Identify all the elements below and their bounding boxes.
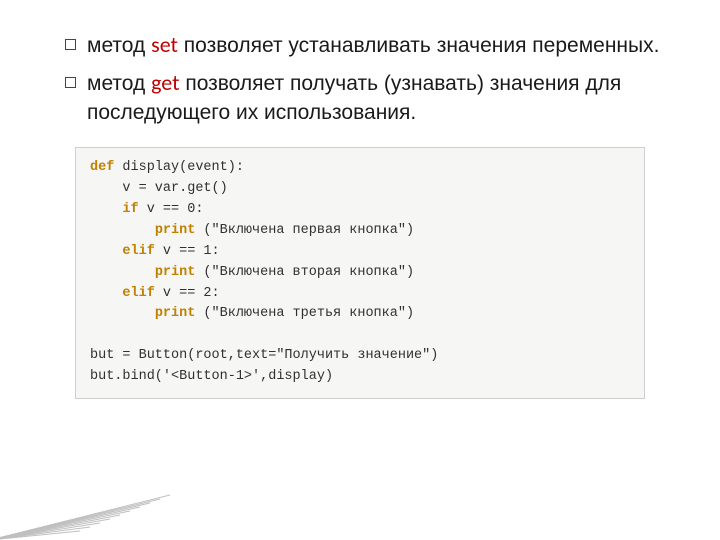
code-text: v == 2: bbox=[155, 286, 220, 301]
list-item: метод get позволяет получать (узнавать) … bbox=[65, 68, 675, 127]
code-kw: print bbox=[155, 306, 196, 321]
slide-content: метод set позволяет устанавливать значен… bbox=[0, 0, 720, 399]
code-text: v == 0: bbox=[139, 202, 204, 217]
code-text: v = var.get() bbox=[90, 181, 228, 196]
bullet-text-post: позволяет устанавливать значения перемен… bbox=[178, 34, 660, 57]
bullet-text-pre: метод bbox=[87, 72, 151, 95]
code-kw: elif bbox=[122, 244, 154, 259]
list-item: метод set позволяет устанавливать значен… bbox=[65, 30, 675, 60]
code-text: but.bind('<Button-1>',display) bbox=[90, 369, 333, 384]
corner-decoration bbox=[0, 485, 170, 540]
code-text: display(event): bbox=[114, 160, 244, 175]
bullet-text-pre: метод bbox=[87, 34, 151, 57]
code-text: ("Включена первая кнопка") bbox=[195, 223, 414, 238]
bullet-list: метод set позволяет устанавливать значен… bbox=[45, 30, 675, 127]
keyword-get: get bbox=[151, 69, 179, 96]
code-kw: print bbox=[155, 265, 196, 280]
code-text: ("Включена третья кнопка") bbox=[195, 306, 414, 321]
code-block: def display(event): v = var.get() if v =… bbox=[75, 147, 645, 399]
code-kw: print bbox=[155, 223, 196, 238]
keyword-set: set bbox=[151, 31, 178, 58]
code-text: v == 1: bbox=[155, 244, 220, 259]
code-text: but = Button(root,text="Получить значени… bbox=[90, 348, 438, 363]
code-kw: elif bbox=[122, 286, 154, 301]
code-text: ("Включена вторая кнопка") bbox=[195, 265, 414, 280]
code-kw: if bbox=[122, 202, 138, 217]
code-kw: def bbox=[90, 160, 114, 175]
